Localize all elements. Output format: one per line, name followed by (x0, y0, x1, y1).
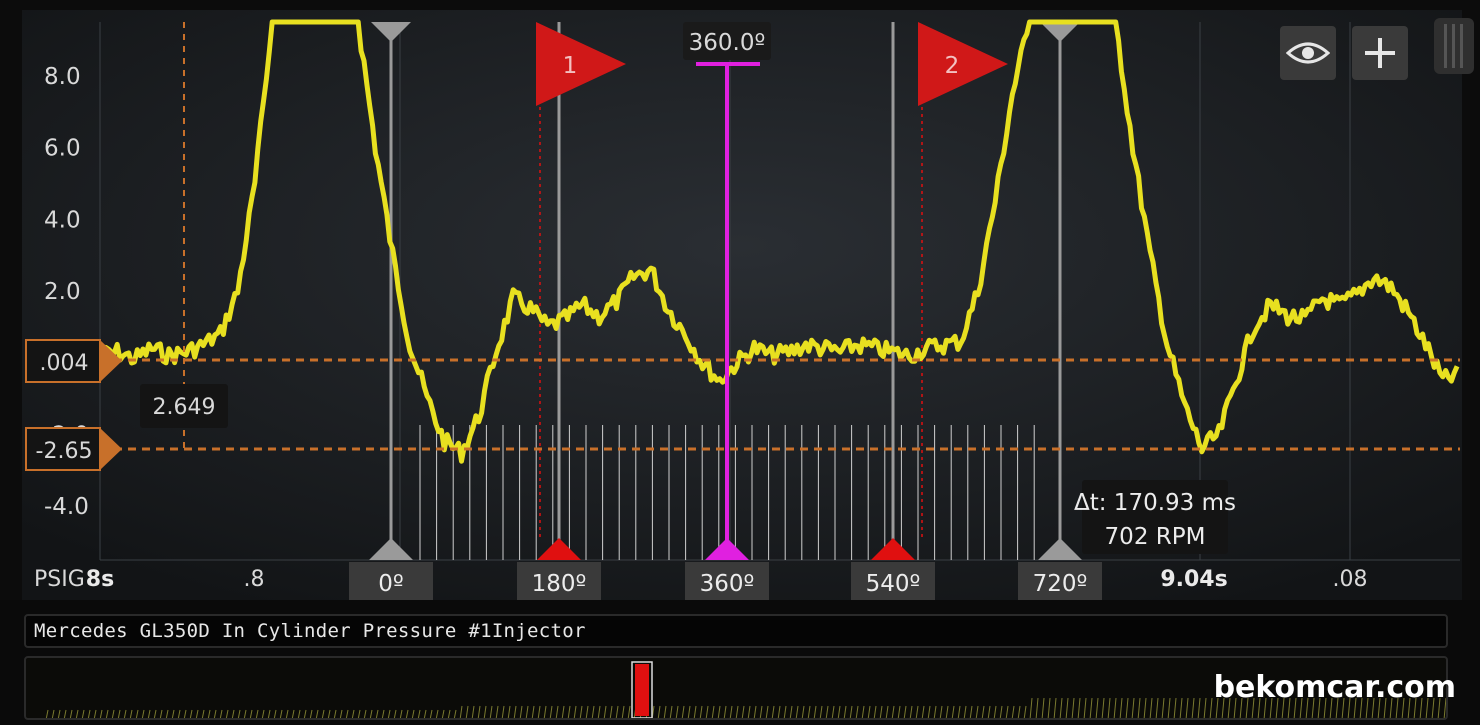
cursor-delta-label: 2.649 (140, 384, 228, 428)
y-tick-label: 2.0 (44, 279, 81, 305)
degree-marker-text: 360º (700, 571, 755, 597)
y-axis-unit: PSIG (34, 567, 85, 592)
x-label-3: 9.04s (1160, 567, 1227, 592)
y-tick-label: 8.0 (44, 64, 81, 90)
y-tick-label: 4.0 (44, 207, 81, 233)
watermark: bekomcar.com (1213, 670, 1456, 705)
svg-text:2.649: 2.649 (153, 395, 216, 420)
add-button[interactable] (1352, 26, 1408, 80)
scope-chart[interactable]: 360.0º 12 8.06.04.02.0-2.0-4.0 PSIG 8s .… (0, 0, 1480, 600)
y-tick-label: 6.0 (44, 136, 81, 162)
top-marker-label: 360.0º (689, 30, 766, 56)
visibility-button[interactable] (1280, 26, 1336, 80)
rpm-text: 702 RPM (1105, 524, 1206, 550)
trace-title-bar[interactable]: Mercedes GL350D In Cylinder Pressure #1I… (24, 614, 1448, 648)
timing-readout: Δt: 170.93 ms 702 RPM (1074, 480, 1236, 554)
plot-background (22, 10, 1462, 600)
degree-marker-text: 540º (866, 571, 921, 597)
svg-text:.004: .004 (40, 351, 89, 376)
overview-window-fill (635, 664, 649, 716)
flag-label: 2 (945, 53, 960, 79)
x-label-2: .8 (244, 567, 265, 592)
y-tick-label: -4.0 (44, 494, 89, 520)
flag-label: 1 (563, 53, 578, 79)
delta-t-text: Δt: 170.93 ms (1074, 490, 1236, 516)
plus-icon (1365, 38, 1395, 68)
degree-marker-text: 180º (532, 571, 587, 597)
degree-marker-text: 720º (1033, 571, 1088, 597)
panel-drag-handle[interactable] (1434, 18, 1474, 74)
x-label-4: .08 (1333, 567, 1368, 592)
svg-text:-2.65: -2.65 (36, 439, 93, 464)
x-label-start: 8s (86, 567, 114, 592)
eye-icon (1286, 42, 1330, 64)
trace-title: Mercedes GL350D In Cylinder Pressure #1I… (34, 620, 586, 642)
degree-marker-text: 0º (378, 571, 403, 597)
